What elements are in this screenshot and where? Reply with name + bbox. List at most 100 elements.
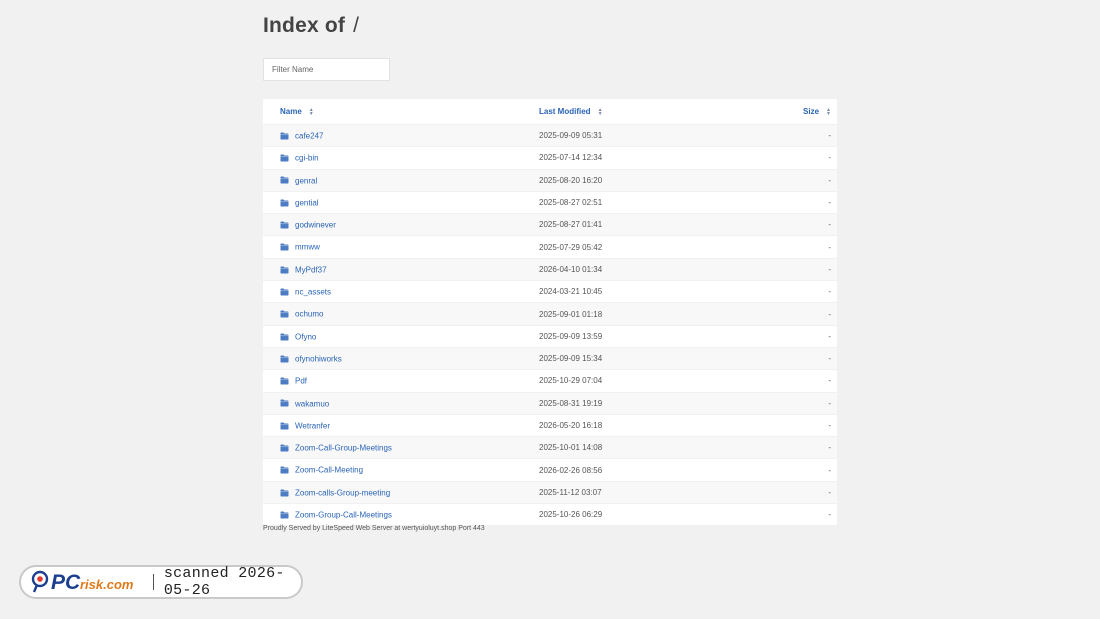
size-cell: - [802,123,837,147]
name-cell: Zoom-calls-Group-meeting [263,480,539,504]
pcrisk-logo: PC risk.com [31,570,143,594]
last-modified-cell: 2025-08-20 16:20 [539,168,802,192]
size-cell: - [802,146,837,170]
folder-link[interactable]: MyPdf37 [295,265,327,274]
last-modified-cell: 2025-10-01 14:08 [539,436,802,459]
sort-by-last-modified-link[interactable]: Last Modified [539,107,591,116]
folder-icon [280,176,289,184]
last-modified-cell: 2025-07-14 12:34 [539,146,802,170]
filter-name-input[interactable] [263,58,390,81]
folder-link[interactable]: nc_assets [295,287,331,296]
last-modified-cell: 2026-02-26 08:56 [539,458,802,482]
svg-text:PC: PC [51,571,81,594]
size-cell: - [802,280,837,303]
sort-by-size-link[interactable]: Size [803,107,819,116]
size-cell: - [802,324,837,348]
size-cell: - [802,391,837,415]
folder-link[interactable]: Zoom-Group-Call-Meetings [295,510,392,519]
last-modified-cell: 2025-10-29 07:04 [539,369,802,393]
scan-date-text: scanned 2026-05-26 [163,565,285,599]
name-cell: Wetranfer [263,413,539,437]
table-row: nc_assets 2024-03-21 10:45- [263,280,837,303]
folder-icon [280,221,289,229]
table-row: Zoom-Call-Meeting 2026-02-26 08:56- [263,458,837,482]
name-cell: Zoom-Call-Meeting [263,458,539,482]
folder-icon [280,310,289,318]
size-cell: - [802,257,837,281]
table-row: Zoom-Call-Group-Meetings 2025-10-01 14:08… [263,436,837,459]
table-row: godwinever 2025-08-27 01:41- [263,213,837,236]
folder-icon [280,466,289,474]
table-row: gential 2025-08-27 02:51- [263,190,837,214]
size-cell: - [802,213,837,236]
server-footer: Proudly Served by LiteSpeed Web Server a… [263,525,485,532]
folder-link[interactable]: mmww [295,243,320,252]
folder-link[interactable]: Zoom-Call-Group-Meetings [295,444,392,453]
folder-link[interactable]: Pdf [295,377,307,386]
size-cell: - [802,458,837,482]
name-cell: MyPdf37 [263,257,539,281]
table-row: wakamuo 2025-08-31 19:19- [263,391,837,415]
folder-link[interactable]: wakamuo [295,399,329,408]
folder-icon [280,243,289,251]
watermark-separator [153,574,154,590]
folder-icon [280,288,289,296]
folder-icon [280,199,289,207]
folder-icon [280,489,289,497]
table-header-row: Name ▲ ▼ Last Modified ▲ ▼ Size ▲ ▼ [263,99,837,125]
sort-arrows-icon[interactable]: ▲ ▼ [309,107,314,116]
pcrisk-watermark: PC risk.com scanned 2026-05-26 [19,565,303,599]
folder-icon [280,154,289,162]
svg-text:risk.com: risk.com [80,577,134,592]
size-cell: - [802,503,837,526]
table-row: Wetranfer 2026-05-20 16:18- [263,413,837,437]
folder-icon [280,444,289,452]
folder-icon [280,422,289,430]
last-modified-column-header: Last Modified ▲ ▼ [539,99,802,125]
page-title: Index of / [263,14,359,38]
sort-by-name-link[interactable]: Name [280,107,302,116]
name-cell: nc_assets [263,280,539,303]
name-cell: godwinever [263,213,539,236]
folder-link[interactable]: ofynohiworks [295,354,342,363]
folder-icon [280,377,289,385]
size-cell: - [802,369,837,393]
size-cell: - [802,235,837,259]
last-modified-cell: 2025-09-01 01:18 [539,302,802,326]
folder-link[interactable]: genral [295,176,317,185]
folder-link[interactable]: cafe247 [295,131,323,140]
size-cell: - [802,190,837,214]
table-row: Zoom-calls-Group-meeting 2025-11-12 03:07… [263,480,837,504]
folder-link[interactable]: Wetranfer [295,421,330,430]
table-row: cgi-bin 2025-07-14 12:34- [263,146,837,170]
last-modified-cell: 2025-08-31 19:19 [539,391,802,415]
folder-icon [280,266,289,274]
folder-link[interactable]: Zoom-Call-Meeting [295,466,363,475]
folder-link[interactable]: cgi-bin [295,154,319,163]
folder-link[interactable]: Ofyno [295,332,316,341]
folder-link[interactable]: Zoom-calls-Group-meeting [295,488,390,497]
name-column-header: Name ▲ ▼ [263,99,539,125]
name-cell: cgi-bin [263,146,539,170]
last-modified-cell: 2025-10-26 06:29 [539,503,802,526]
table-row: genral 2025-08-20 16:20- [263,168,837,192]
name-cell: Zoom-Call-Group-Meetings [263,436,539,459]
last-modified-cell: 2026-05-20 16:18 [539,413,802,437]
sort-arrows-icon[interactable]: ▲ ▼ [598,107,603,116]
name-cell: ochumo [263,302,539,326]
table-row: mmww 2025-07-29 05:42- [263,235,837,259]
folder-icon [280,132,289,140]
table-row: ofynohiworks 2025-09-09 15:34- [263,346,837,370]
sort-arrows-icon[interactable]: ▲ ▼ [826,107,831,116]
name-cell: Pdf [263,369,539,393]
name-cell: cafe247 [263,123,539,147]
size-cell: - [802,480,837,504]
name-cell: wakamuo [263,391,539,415]
size-cell: - [802,168,837,192]
last-modified-cell: 2025-11-12 03:07 [539,480,802,504]
name-cell: Zoom-Group-Call-Meetings [263,503,539,526]
name-cell: Ofyno [263,324,539,348]
folder-link[interactable]: gential [295,198,319,207]
folder-link[interactable]: godwinever [295,221,336,230]
folder-link[interactable]: ochumo [295,310,323,319]
